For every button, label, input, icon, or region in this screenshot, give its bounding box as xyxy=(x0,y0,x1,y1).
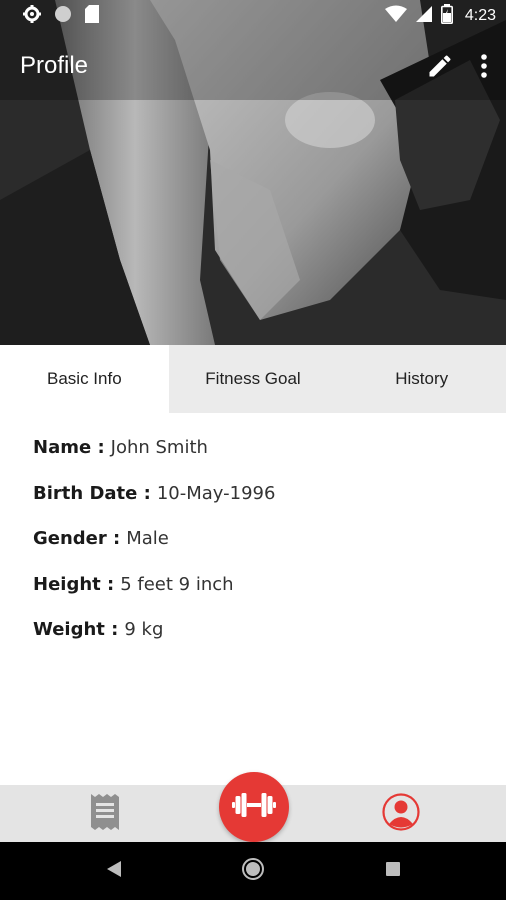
dumbbell-icon xyxy=(232,792,276,822)
tab-basic-info[interactable]: Basic Info xyxy=(0,345,169,413)
tab-fitness-goal[interactable]: Fitness Goal xyxy=(169,345,338,413)
settings-icon xyxy=(22,4,42,28)
info-row-height: Height : 5 feet 9 inch xyxy=(33,562,483,608)
system-navigation-bar xyxy=(0,842,506,900)
gender-label: Gender : xyxy=(33,528,121,550)
info-row-weight: Weight : 9 kg xyxy=(33,607,483,653)
info-row-name: Name : John Smith xyxy=(33,425,483,471)
receipt-icon xyxy=(90,793,120,835)
cell-signal-icon xyxy=(415,5,433,27)
nav-receipt[interactable] xyxy=(60,785,150,842)
birth-date-label: Birth Date : xyxy=(33,482,151,504)
weight-value: 9 kg xyxy=(124,619,164,641)
recents-icon xyxy=(385,861,401,881)
back-button[interactable] xyxy=(84,842,144,900)
wifi-icon xyxy=(384,5,407,27)
weight-label: Weight : xyxy=(33,619,119,641)
name-value: John Smith xyxy=(110,437,208,459)
battery-icon xyxy=(440,4,453,28)
tab-history[interactable]: History xyxy=(337,345,506,413)
nav-profile[interactable] xyxy=(356,785,446,842)
height-value: 5 feet 9 inch xyxy=(120,573,234,595)
status-bar: 4:23 xyxy=(0,0,506,32)
name-label: Name : xyxy=(33,437,105,459)
recents-button[interactable] xyxy=(363,842,423,900)
sd-card-icon xyxy=(84,4,100,28)
height-label: Height : xyxy=(33,573,115,595)
profile-icon xyxy=(382,792,420,835)
home-button[interactable] xyxy=(223,842,283,900)
home-icon xyxy=(241,857,265,885)
page-title: Profile xyxy=(20,52,89,79)
profile-tabs: Basic Info Fitness Goal History xyxy=(0,345,506,413)
app-bar: Profile xyxy=(0,40,506,92)
info-row-gender: Gender : Male xyxy=(33,516,483,562)
profile-header-image: 4:23 Profile xyxy=(0,0,506,345)
circle-icon xyxy=(54,5,72,27)
gender-value: Male xyxy=(126,528,169,550)
edit-icon[interactable] xyxy=(426,52,454,80)
birth-date-value: 10-May-1996 xyxy=(156,482,276,504)
info-row-birth-date: Birth Date : 10-May-1996 xyxy=(33,471,483,517)
basic-info-panel: Name : John Smith Birth Date : 10-May-19… xyxy=(33,425,483,653)
more-vert-icon[interactable] xyxy=(480,53,488,79)
workout-fab-button[interactable] xyxy=(219,772,289,842)
status-time: 4:23 xyxy=(464,7,496,24)
back-icon xyxy=(106,860,122,882)
